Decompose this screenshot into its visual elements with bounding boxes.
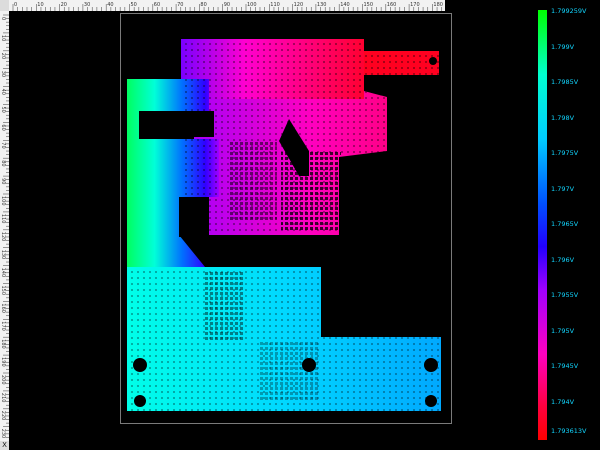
color-scale-bar [538,10,547,440]
ruler-tick-label: 100 [0,196,6,206]
legend-value-label: 1.797V [551,184,575,193]
ruler-tick-label: 20 [61,2,67,8]
ruler-tick-label: 210 [0,393,6,403]
board-outline-frame [120,13,452,424]
ruler-tick-label: 220 [0,411,6,421]
ruler-tick-label: 180 [0,339,6,349]
legend-value-label: 1.7975V [551,149,579,157]
legend-value-label: 1.793613V [551,427,587,435]
ruler-tick-label: 50 [0,107,6,113]
ruler-tick-label: 20 [0,53,6,59]
legend-value-label: 1.7945V [551,362,579,370]
ruler-tick-label: 90 [224,2,230,8]
ruler-tick-label: 120 [0,232,6,242]
ruler-tick-label: 190 [0,357,6,367]
ruler-tick-label: 160 [0,303,6,313]
vertical-ruler-ticks: 0 10 20 30 40 50 60 70 80 90 100 110 120 130 140 150 160… [0,14,9,439]
ruler-tick-label: 140 [0,268,6,278]
pcb-viewport[interactable] [9,11,531,450]
ruler-tick-label: 30 [0,71,6,77]
horizontal-ruler-ticks: 0 10 20 30 40 50 60 70 80 90 100 110 120 130 140 150 160… [12,2,443,11]
legend-value-label: 1.7965V [551,220,579,228]
ruler-tick-label: 170 [0,321,6,331]
ruler-tick-label: 90 [0,178,6,184]
ruler-tick-label: 200 [0,375,6,385]
ruler-tick-label: 10 [0,35,6,41]
ruler-tick-label: 60 [0,124,6,130]
legend-value-label: 1.799259V [551,7,587,15]
legend-value-label: 1.7985V [551,78,579,86]
ruler-tick-label: 130 [0,250,6,260]
legend-value-label: 1.799V [551,42,575,51]
ruler-tick-label: 70 [177,2,183,8]
ruler-tick-label: 40 [107,2,113,8]
legend-value-label: 1.796V [551,255,575,264]
ruler-tick-label: 40 [0,89,6,95]
legend-value-label: 1.798V [551,113,575,122]
ruler-tick-label: 0 [14,2,17,8]
ruler-tick-label: 110 [0,214,6,224]
ruler-tick-label: 150 [0,286,6,296]
ruler-tick-label: 80 [0,160,6,166]
legend-value-label: 1.795V [551,326,575,335]
ruler-tick-label: 0 [0,17,6,20]
legend-value-label: 1.794V [551,397,575,406]
ruler-tick-label: 10 [37,2,43,8]
voltage-legend: 1.799259V 1.799V 1.7985V 1.798V 1.7975V 1.797… [538,7,600,442]
ruler-tick-label: 50 [131,2,137,8]
ruler-tick-label: 30 [84,2,90,8]
legend-value-label: 1.7955V [551,291,579,299]
ruler-tick-label: 60 [154,2,160,8]
ruler-tick-label: 70 [0,142,6,148]
ruler-tick-label: 230 [0,429,6,439]
ruler-tick-label: 80 [200,2,206,8]
